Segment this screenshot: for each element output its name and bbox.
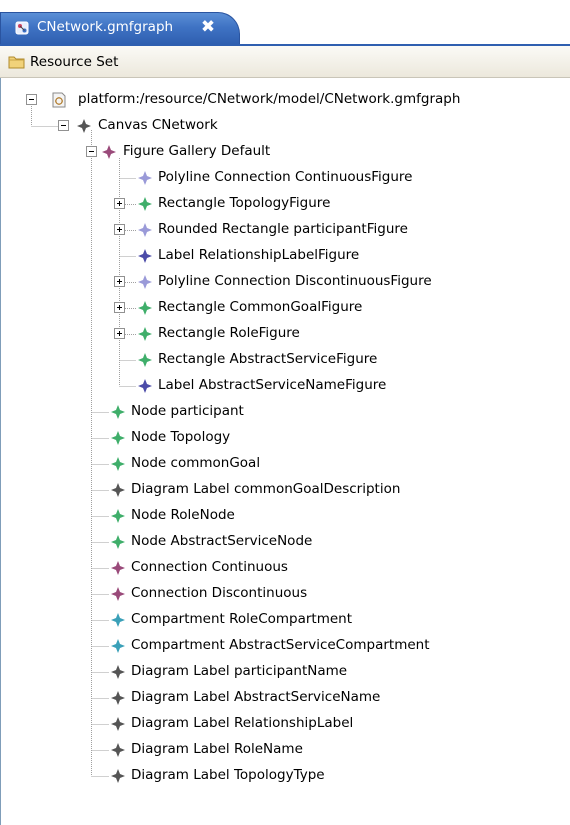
tree-label-figure: Polyline Connection DiscontinuousFigure [158, 273, 432, 289]
diamond-node-icon [111, 769, 125, 783]
tree-row-root[interactable]: platform:/resource/CNetwork/model/CNetwo… [0, 87, 570, 113]
tree-label-figure: Label RelationshipLabelFigure [158, 247, 360, 263]
diamond-node-icon [111, 639, 125, 653]
diamond-node-icon [138, 275, 152, 289]
tree-label-figure: Rectangle RoleFigure [158, 325, 300, 341]
tree-label-element: Connection Discontinuous [131, 585, 308, 601]
tree-row-element[interactable]: Node Topology [0, 425, 570, 451]
tree-row-figure[interactable]: Polyline Connection ContinuousFigure [0, 165, 570, 191]
diamond-node-icon [111, 405, 125, 419]
diamond-node-icon [111, 431, 125, 445]
tree-label-element: Node commonGoal [131, 455, 261, 471]
collapse-icon[interactable] [86, 146, 97, 157]
gmfgraph-editor: CNetwork.gmfgraph ✖ Resource Set platfor… [0, 0, 570, 825]
diamond-node-icon [77, 119, 91, 133]
diamond-node-icon [138, 301, 152, 315]
diamond-node-icon [111, 691, 125, 705]
tree-row-element[interactable]: Compartment AbstractServiceCompartment [0, 633, 570, 659]
diamond-node-icon [111, 535, 125, 549]
tree-row-element[interactable]: Node participant [0, 399, 570, 425]
tree-row-element[interactable]: Diagram Label RoleName [0, 737, 570, 763]
resource-set-header: Resource Set [0, 46, 570, 78]
diamond-node-icon [138, 327, 152, 341]
tree-label-figure: Rectangle AbstractServiceFigure [158, 351, 378, 367]
gmfgraph-file-icon [15, 21, 29, 35]
tree-label-element: Compartment RoleCompartment [131, 611, 353, 627]
model-tree[interactable]: platform:/resource/CNetwork/model/CNetwo… [0, 78, 570, 818]
tree-label-element: Diagram Label AbstractServiceName [131, 689, 381, 705]
tree-label-root: platform:/resource/CNetwork/model/CNetwo… [78, 91, 461, 107]
tree-label-element: Node Topology [131, 429, 231, 445]
tree-row-figure[interactable]: Rectangle RoleFigure [0, 321, 570, 347]
diamond-node-icon [111, 483, 125, 497]
tree-label-element: Connection Continuous [131, 559, 288, 575]
tree-row-figure[interactable]: Polyline Connection DiscontinuousFigure [0, 269, 570, 295]
diamond-node-icon [138, 249, 152, 263]
tree-label-element: Diagram Label participantName [131, 663, 348, 679]
tree-row-figure-gallery[interactable]: Figure Gallery Default [0, 139, 570, 165]
diamond-node-icon [138, 379, 152, 393]
expand-icon[interactable] [114, 198, 125, 209]
tree-label-element: Diagram Label TopologyType [131, 767, 325, 783]
tree-label-element: Compartment AbstractServiceCompartment [131, 637, 430, 653]
expand-icon[interactable] [114, 276, 125, 287]
tree-row-figure[interactable]: Rectangle AbstractServiceFigure [0, 347, 570, 373]
tree-label-figure: Rectangle CommonGoalFigure [158, 299, 363, 315]
diamond-node-icon [138, 171, 152, 185]
tree-label-figure: Rectangle TopologyFigure [158, 195, 331, 211]
tree-row-element[interactable]: Node RoleNode [0, 503, 570, 529]
diamond-node-icon [138, 223, 152, 237]
expand-icon[interactable] [114, 224, 125, 235]
resource-set-label: Resource Set [30, 54, 119, 70]
tree-row-element[interactable]: Diagram Label participantName [0, 659, 570, 685]
diamond-node-icon [138, 353, 152, 367]
collapse-icon[interactable] [58, 120, 69, 131]
diamond-node-icon [111, 613, 125, 627]
diamond-node-icon [138, 197, 152, 211]
tree-label-figure: Label AbstractServiceNameFigure [158, 377, 387, 393]
folder-icon [8, 56, 25, 69]
diamond-node-icon [111, 561, 125, 575]
collapse-icon[interactable] [26, 94, 37, 105]
tree-label-element: Node AbstractServiceNode [131, 533, 313, 549]
tree-row-element[interactable]: Diagram Label TopologyType [0, 763, 570, 789]
tree-label-figure: Rounded Rectangle participantFigure [158, 221, 408, 237]
tree-row-element[interactable]: Node AbstractServiceNode [0, 529, 570, 555]
editor-tab[interactable]: CNetwork.gmfgraph ✖ [0, 12, 240, 44]
tree-row-figure[interactable]: Label RelationshipLabelFigure [0, 243, 570, 269]
diamond-node-icon [111, 743, 125, 757]
tree-row-canvas[interactable]: Canvas CNetwork [0, 113, 570, 139]
tree-label-canvas: Canvas CNetwork [98, 117, 218, 133]
tree-label-element: Node RoleNode [131, 507, 235, 523]
tree-row-figure[interactable]: Rectangle TopologyFigure [0, 191, 570, 217]
resource-file-icon [52, 92, 66, 108]
editor-tab-title: CNetwork.gmfgraph [37, 19, 174, 35]
diamond-node-icon [111, 457, 125, 471]
tree-row-figure[interactable]: Rectangle CommonGoalFigure [0, 295, 570, 321]
diamond-node-icon [111, 717, 125, 731]
tree-row-element[interactable]: Connection Discontinuous [0, 581, 570, 607]
tree-label-figure: Polyline Connection ContinuousFigure [158, 169, 413, 185]
tree-row-figure[interactable]: Label AbstractServiceNameFigure [0, 373, 570, 399]
editor-tab-bar: CNetwork.gmfgraph ✖ [0, 0, 570, 46]
expand-icon[interactable] [114, 328, 125, 339]
diamond-node-icon [102, 145, 116, 159]
close-icon[interactable]: ✖ [198, 16, 218, 38]
tree-row-element[interactable]: Connection Continuous [0, 555, 570, 581]
tree-row-element[interactable]: Compartment RoleCompartment [0, 607, 570, 633]
tree-row-element[interactable]: Diagram Label AbstractServiceName [0, 685, 570, 711]
tree-row-element[interactable]: Diagram Label commonGoalDescription [0, 477, 570, 503]
tree-label-element: Diagram Label commonGoalDescription [131, 481, 401, 497]
tree-label-element: Diagram Label RoleName [131, 741, 303, 757]
tree-label-element: Node participant [131, 403, 244, 419]
expand-icon[interactable] [114, 302, 125, 313]
tree-row-element[interactable]: Diagram Label RelationshipLabel [0, 711, 570, 737]
tree-row-element[interactable]: Node commonGoal [0, 451, 570, 477]
tree-label-element: Diagram Label RelationshipLabel [131, 715, 354, 731]
diamond-node-icon [111, 587, 125, 601]
diamond-node-icon [111, 665, 125, 679]
diamond-node-icon [111, 509, 125, 523]
tree-label-figure-gallery: Figure Gallery Default [123, 143, 271, 159]
tree-row-figure[interactable]: Rounded Rectangle participantFigure [0, 217, 570, 243]
